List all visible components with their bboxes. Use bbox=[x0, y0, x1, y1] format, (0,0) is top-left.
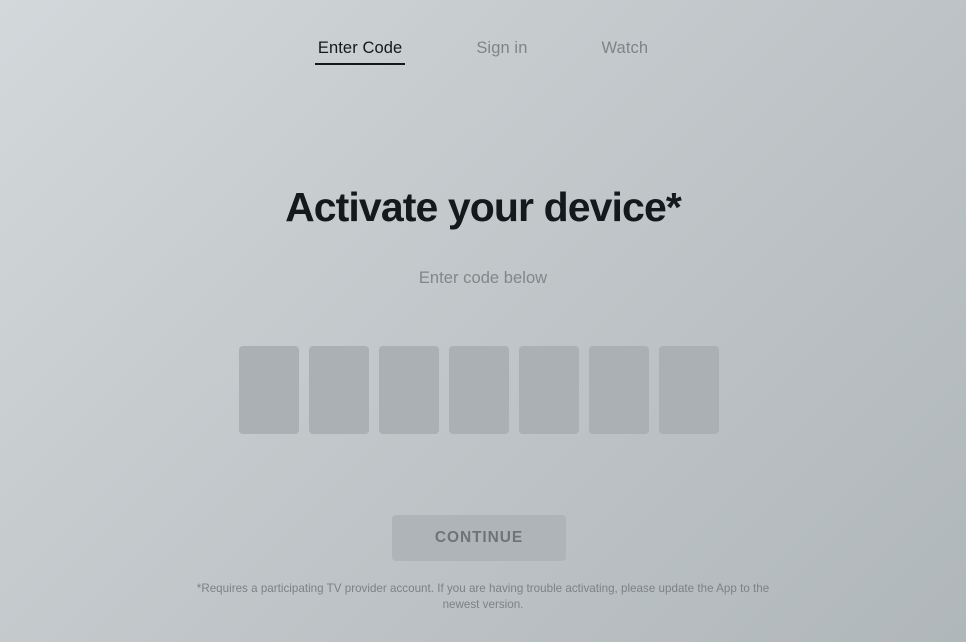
page-subtitle: Enter code below bbox=[418, 269, 548, 288]
nav-item-sign-in[interactable]: Sign in bbox=[476, 39, 527, 65]
code-digit-2[interactable] bbox=[309, 346, 369, 434]
footer-disclaimer: *Requires a participating TV provider ac… bbox=[196, 582, 770, 611]
top-navigation: Enter Code Sign in Watch bbox=[0, 0, 966, 104]
continue-button[interactable]: CONTINUE bbox=[392, 515, 566, 561]
page-title: Activate your device* bbox=[285, 184, 682, 230]
code-digit-7[interactable] bbox=[659, 346, 719, 434]
nav-item-enter-code[interactable]: Enter Code bbox=[314, 39, 406, 65]
nav-item-watch[interactable]: Watch bbox=[601, 39, 648, 65]
activation-page: Enter Code Sign in Watch Activate your d… bbox=[0, 0, 966, 642]
code-digit-6[interactable] bbox=[589, 346, 649, 434]
nav-item-sign-in-label: Sign in bbox=[476, 39, 528, 57]
activation-code-input-group bbox=[239, 346, 719, 434]
nav-item-enter-code-label: Enter Code bbox=[317, 39, 403, 57]
code-digit-3[interactable] bbox=[379, 346, 439, 434]
code-digit-1[interactable] bbox=[239, 346, 299, 434]
hero-section: Activate your device* Enter code below bbox=[0, 104, 966, 288]
nav-item-watch-label: Watch bbox=[601, 39, 649, 57]
code-digit-4[interactable] bbox=[449, 346, 509, 434]
code-digit-5[interactable] bbox=[519, 346, 579, 434]
